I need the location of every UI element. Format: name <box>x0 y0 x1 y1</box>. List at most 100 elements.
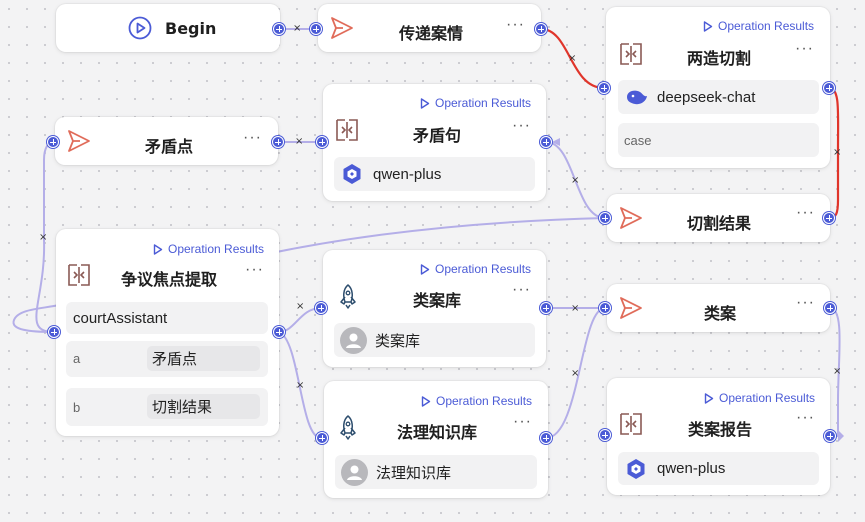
rocket-icon <box>340 415 356 440</box>
param-key: b <box>73 400 81 415</box>
node-maodundian[interactable]: 矛盾点 ··· <box>55 117 278 165</box>
input-field[interactable]: case <box>618 123 819 157</box>
leian-input-port[interactable] <box>599 302 611 314</box>
node-maodunju[interactable]: Operation Results 矛盾句 ··· qwen-plus <box>323 84 546 201</box>
remove-edge-zhengyi-fali[interactable]: × <box>296 381 304 391</box>
more-menu-icon[interactable]: ··· <box>796 205 815 221</box>
play-icon <box>153 243 163 255</box>
agent-field[interactable]: courtAssistant <box>66 302 268 334</box>
remove-edge-chuandi-liangzao[interactable]: × <box>568 54 576 64</box>
remove-edge-begin-chuandi[interactable]: × <box>293 24 301 34</box>
llm-split-icon <box>620 43 642 65</box>
zhengyi-input-port[interactable] <box>48 326 60 338</box>
model-name: qwen-plus <box>373 165 442 183</box>
node-title: Begin <box>165 19 217 38</box>
remove-edge-leianku-leian[interactable]: × <box>571 304 579 314</box>
agent-name: courtAssistant <box>73 309 168 327</box>
knowledge-base-field[interactable]: 类案库 <box>334 323 535 357</box>
chuandi-output-port[interactable] <box>535 23 547 35</box>
leianku-input-port[interactable] <box>315 302 327 314</box>
chuandi-input-port[interactable] <box>310 23 322 35</box>
knowledge-base-name: 法理知识库 <box>376 463 452 482</box>
node-chuandi[interactable]: 传递案情 ··· <box>318 4 541 52</box>
liangzao-output-port[interactable] <box>823 82 835 94</box>
node-title: 矛盾句 <box>413 126 462 145</box>
more-menu-icon[interactable]: ··· <box>513 414 532 430</box>
qwen-icon <box>343 164 361 184</box>
node-title: 传递案情 <box>399 24 464 43</box>
play-icon <box>420 263 430 275</box>
node-begin[interactable]: Begin <box>56 4 280 52</box>
more-menu-icon[interactable]: ··· <box>512 118 531 134</box>
remove-edge-liangzao-qiegejieguo[interactable]: × <box>833 148 841 158</box>
node-title: 类案报告 <box>688 420 753 439</box>
qwen-icon <box>627 458 645 479</box>
fali-input-port[interactable] <box>316 432 328 444</box>
operation-results-link[interactable]: Operation Results <box>153 242 264 256</box>
maodunju-input-port[interactable] <box>316 136 328 148</box>
more-menu-icon[interactable]: ··· <box>245 262 264 278</box>
maodundian-input-port[interactable] <box>47 136 59 148</box>
user-avatar-icon <box>340 326 367 354</box>
liangzao-input-port[interactable] <box>598 82 610 94</box>
model-field[interactable]: qwen-plus <box>618 452 819 485</box>
leianbaogao-output-port[interactable] <box>824 430 836 442</box>
begin-output-port[interactable] <box>273 23 285 35</box>
node-qiegejieguo[interactable]: 切割结果 ··· <box>607 194 830 242</box>
maodundian-output-port[interactable] <box>272 136 284 148</box>
knowledge-base-field[interactable]: 法理知识库 <box>335 455 537 489</box>
send-icon <box>331 17 353 39</box>
remove-edge-maodunju-maodundian[interactable]: × <box>295 137 303 147</box>
operation-results-link[interactable]: Operation Results <box>420 262 531 276</box>
operation-results-link[interactable]: Operation Results <box>703 19 814 33</box>
send-icon <box>68 130 90 152</box>
model-field[interactable]: qwen-plus <box>334 157 535 191</box>
model-field[interactable]: deepseek-chat <box>618 80 819 114</box>
more-menu-icon[interactable]: ··· <box>795 41 814 57</box>
operation-results-label: Operation Results <box>718 19 815 33</box>
qiegejieguo-input-port[interactable] <box>599 212 611 224</box>
leianku-output-port[interactable] <box>540 302 552 314</box>
person-icon <box>347 465 362 480</box>
zhengyi-output-port[interactable] <box>273 326 285 338</box>
operation-results-label: Operation Results <box>168 242 265 256</box>
node-leianku[interactable]: Operation Results 类案库 ··· 类案库 <box>323 250 546 367</box>
more-menu-icon[interactable]: ··· <box>796 295 815 311</box>
node-leian[interactable]: 类案 ··· <box>607 284 830 332</box>
maodunju-output-port[interactable] <box>540 136 552 148</box>
play-icon <box>704 392 714 404</box>
remove-edge-zhengyi-maodundian[interactable]: × <box>39 233 47 243</box>
remove-edge-maodunju-qiegejieguo[interactable]: × <box>571 176 579 186</box>
node-liangzao[interactable]: Operation Results 两造切割 ··· deepseek-chat… <box>606 7 830 168</box>
node-zhengyi[interactable]: Operation Results 争议焦点提取 ··· courtAssist… <box>56 229 279 436</box>
input-value: case <box>624 132 652 148</box>
remove-edge-leian-leianbaogao[interactable]: × <box>833 367 841 377</box>
node-title: 法理知识库 <box>397 423 478 442</box>
fali-output-port[interactable] <box>540 432 552 444</box>
operation-results-link[interactable]: Operation Results <box>420 96 531 110</box>
qiegejieguo-output-port[interactable] <box>823 212 835 224</box>
remove-edge-fali-leian[interactable]: × <box>571 369 579 379</box>
node-title: 两造切割 <box>687 49 752 68</box>
node-fali[interactable]: Operation Results 法理知识库 ··· 法理知识库 <box>324 381 548 498</box>
more-menu-icon[interactable]: ··· <box>796 410 815 426</box>
person-icon <box>346 333 361 348</box>
param-value[interactable]: 矛盾点 <box>147 346 260 371</box>
send-icon <box>620 207 642 229</box>
operation-results-link[interactable]: Operation Results <box>704 391 815 405</box>
play-icon <box>703 20 713 32</box>
param-value[interactable]: 切割结果 <box>147 394 260 419</box>
leianbaogao-input-port[interactable] <box>599 429 611 441</box>
operation-results-link[interactable]: Operation Results <box>421 394 532 408</box>
leian-output-port[interactable] <box>824 302 836 314</box>
model-name: qwen-plus <box>657 460 726 477</box>
node-leianbaogao[interactable]: Operation Results 类案报告 ··· qwen-plus <box>607 378 830 495</box>
model-name: deepseek-chat <box>657 88 756 106</box>
knowledge-base-name: 类案库 <box>375 331 421 350</box>
play-icon <box>421 395 431 407</box>
remove-edge-zhengyi-leianku[interactable]: × <box>296 302 304 312</box>
user-avatar-icon <box>341 458 368 486</box>
more-menu-icon[interactable]: ··· <box>243 130 262 146</box>
more-menu-icon[interactable]: ··· <box>512 282 531 298</box>
more-menu-icon[interactable]: ··· <box>506 17 525 33</box>
